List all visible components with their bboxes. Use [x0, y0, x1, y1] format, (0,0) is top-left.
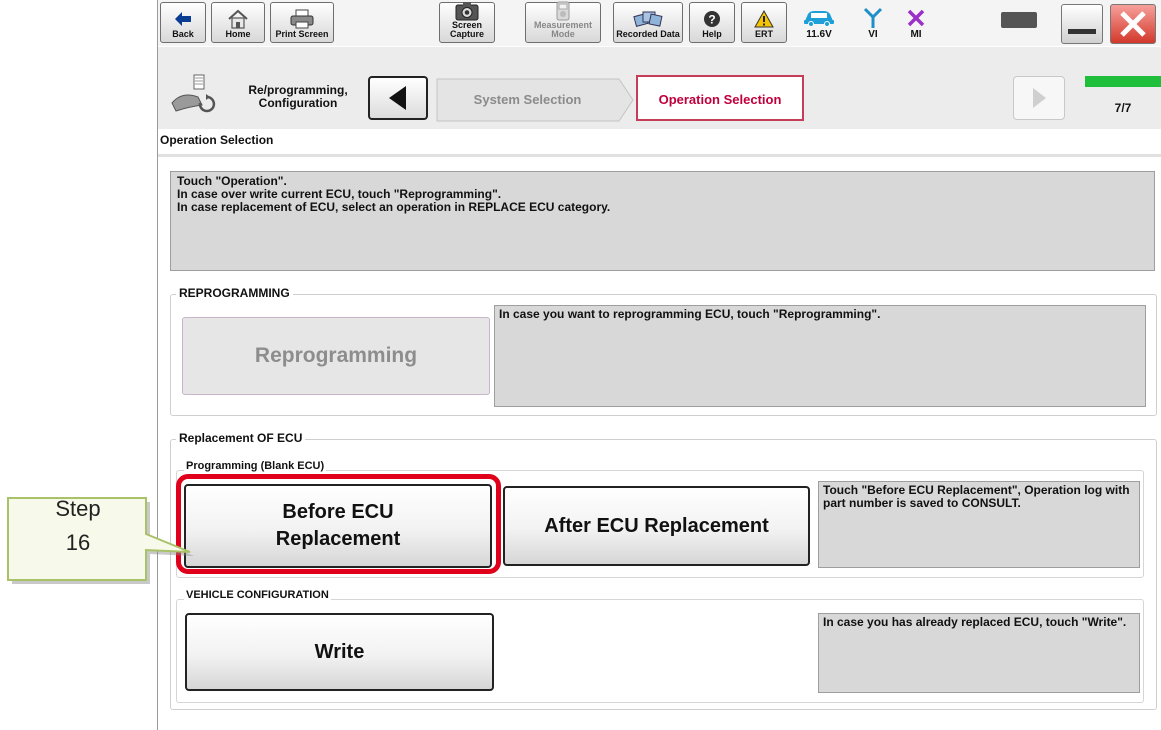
crumb-operation-selection[interactable]: Operation Selection — [638, 78, 802, 120]
recorded-data-button[interactable]: Recorded Data — [613, 2, 683, 43]
camera-icon — [455, 1, 479, 21]
step-callout-text: Step 16 — [14, 492, 142, 560]
progress-text: 7/7 — [1114, 101, 1132, 115]
home-icon — [227, 8, 249, 30]
write-button[interactable]: Write — [185, 613, 494, 691]
title-separator — [158, 154, 1161, 157]
antenna-icon — [863, 6, 883, 30]
mi-indicator: MI — [899, 3, 933, 43]
callout-line2: 16 — [65, 530, 91, 555]
progress-bar — [1085, 76, 1161, 87]
reprogramming-mode-icon — [168, 73, 224, 119]
vi-indicator: VI — [856, 3, 890, 43]
reprogramming-description: In case you want to reprogramming ECU, t… — [494, 305, 1146, 407]
callout-line1: Step — [55, 496, 101, 521]
help-icon: ? — [703, 8, 721, 30]
crumb-system-selection[interactable]: System Selection — [440, 78, 615, 120]
minimize-icon — [1068, 29, 1096, 34]
back-button[interactable]: Back — [160, 2, 206, 43]
screen-capture-button[interactable]: Screen Capture — [439, 2, 495, 43]
reprogramming-button[interactable]: Reprogramming — [182, 317, 490, 395]
recorded-data-icon — [633, 8, 663, 30]
vehicle-configuration-title: VEHICLE CONFIGURATION — [184, 589, 331, 601]
mode-label: Re/programming, Configuration — [248, 83, 348, 110]
minimize-button[interactable] — [1061, 4, 1103, 44]
print-screen-button[interactable]: Print Screen — [270, 2, 334, 43]
help-button[interactable]: ? Help — [689, 2, 735, 43]
battery-voltage-indicator: 11.6V — [794, 3, 844, 43]
disconnected-x-icon — [907, 6, 925, 30]
left-triangle-icon — [389, 86, 406, 110]
replacement-title: Replacement OF ECU — [176, 431, 306, 445]
svg-text:?: ? — [708, 13, 715, 27]
after-ecu-replacement-button[interactable]: After ECU Replacement — [503, 486, 810, 566]
right-triangle-icon — [1033, 88, 1046, 108]
back-arrow-icon — [174, 8, 192, 30]
battery-icon — [1001, 12, 1037, 28]
ert-button[interactable]: ERT — [741, 2, 787, 43]
nav-forward-button[interactable] — [1013, 76, 1065, 120]
instruction-line: In case replacement of ECU, select an op… — [177, 200, 611, 214]
page-title: Operation Selection — [160, 133, 274, 147]
screen-capture-label: Screen Capture — [449, 20, 484, 39]
car-icon — [802, 6, 836, 30]
nav-back-button[interactable] — [368, 76, 428, 120]
replacement-description: Touch "Before ECU Replacement", Operatio… — [818, 481, 1140, 568]
vehicle-configuration-description: In case you has already replaced ECU, to… — [818, 613, 1140, 693]
warning-icon — [754, 8, 774, 30]
instruction-panel: Touch "Operation". In case over write cu… — [170, 171, 1155, 271]
printer-icon — [289, 8, 315, 30]
meter-icon — [555, 1, 571, 21]
home-button[interactable]: Home — [211, 2, 265, 43]
highlight-box — [176, 474, 501, 574]
measurement-mode-button[interactable]: Measurement Mode — [525, 1, 601, 43]
programming-subtitle: Programming (Blank ECU) — [184, 460, 327, 472]
reprogramming-title: REPROGRAMMING — [176, 286, 293, 300]
step-progress: 7/7 — [1075, 76, 1161, 120]
close-icon — [1120, 11, 1146, 37]
close-button[interactable] — [1110, 4, 1156, 44]
